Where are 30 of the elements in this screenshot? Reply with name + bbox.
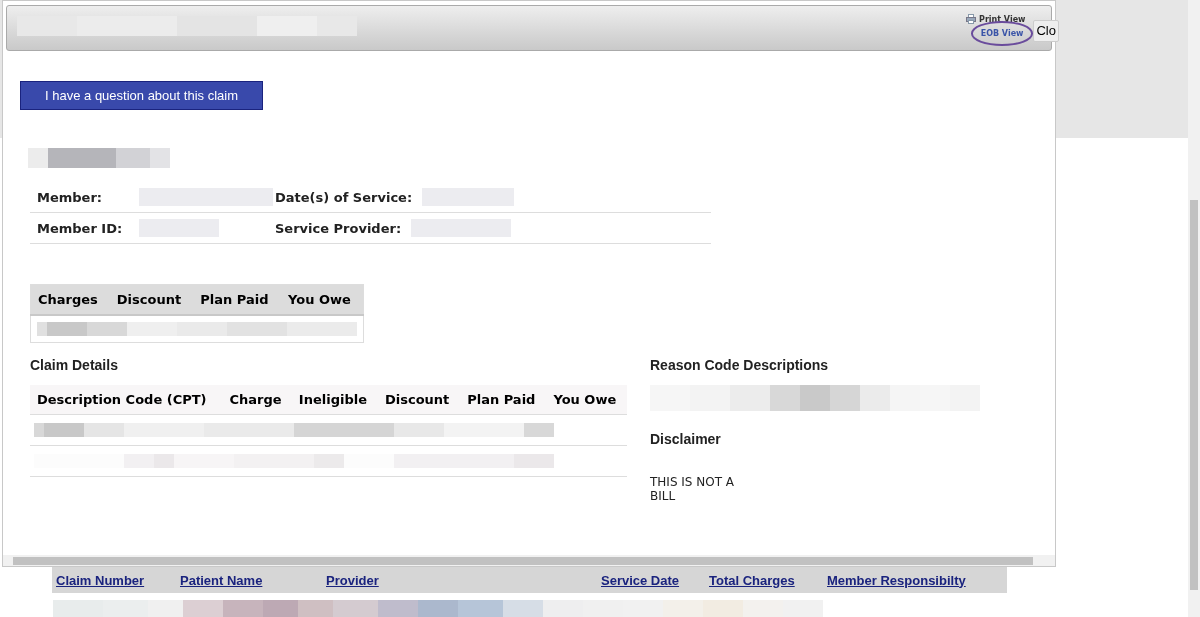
scrollbar[interactable]	[1188, 0, 1200, 617]
column-header: Discount	[109, 284, 194, 315]
column-header: Charges	[30, 284, 110, 315]
column-header: Discount	[378, 385, 461, 415]
scrollbar[interactable]	[3, 555, 1055, 566]
column-header: Plan Paid	[460, 385, 547, 415]
column-header: You Owe	[281, 284, 364, 315]
field-label: Date(s) of Service:	[275, 189, 413, 205]
printer-icon	[966, 14, 976, 24]
column-sort-link[interactable]: Member Responsibilty	[827, 572, 1007, 588]
column-sort-link[interactable]: Service Date	[601, 572, 709, 588]
section-heading: Reason Code Descriptions	[650, 357, 830, 373]
column-sort-link[interactable]: Provider	[326, 572, 601, 588]
column-header: Charge	[222, 385, 292, 415]
column-header: Description Code (CPT)	[30, 385, 223, 415]
field-label: Member:	[37, 189, 104, 205]
field-label: Service Provider:	[275, 220, 402, 236]
field-label: Member ID:	[37, 220, 124, 236]
column-sort-link[interactable]: Claim Number	[56, 572, 180, 588]
column-header: Ineligible	[291, 385, 378, 415]
column-sort-link[interactable]: Patient Name	[180, 572, 326, 588]
column-sort-link[interactable]: Total Charges	[709, 572, 827, 588]
section-heading: Disclaimer	[650, 431, 722, 447]
close-button[interactable]: Clo	[1033, 20, 1059, 42]
column-header: Plan Paid	[193, 284, 281, 315]
column-header: You Owe	[546, 385, 627, 415]
view-link[interactable]: Print View	[977, 15, 1028, 24]
disclaimer-text: THIS IS NOT A BILL	[650, 475, 736, 503]
section-heading: Claim Details	[30, 357, 119, 373]
question-button[interactable]: I have a question about this claim	[20, 81, 263, 110]
